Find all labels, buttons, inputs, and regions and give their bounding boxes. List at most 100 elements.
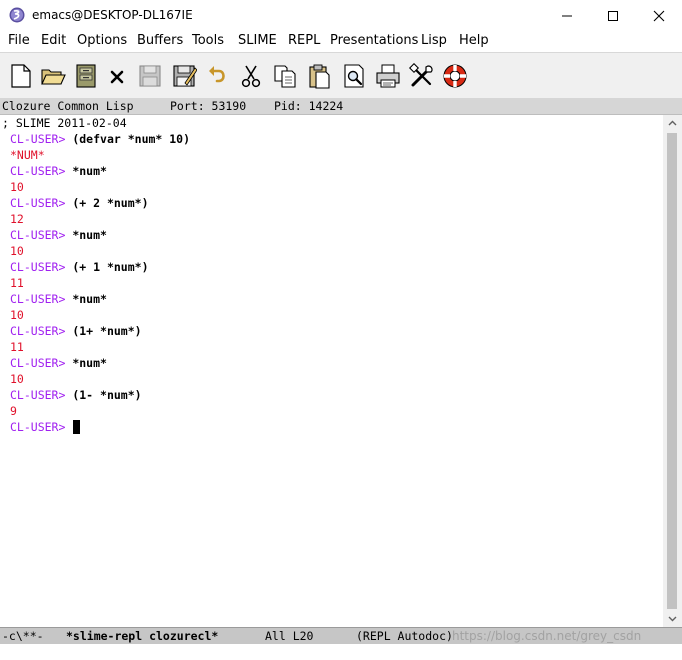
scrollbar-thumb[interactable]: [667, 133, 677, 609]
search-button[interactable]: [341, 63, 367, 89]
repl-input-line: CL-USER> *num*: [10, 227, 107, 243]
header-pid: Pid: 14224: [274, 99, 344, 113]
dired-button[interactable]: [73, 63, 99, 89]
watermark: https://blog.csdn.net/grey_csdn: [452, 629, 642, 643]
maximize-button[interactable]: [590, 0, 636, 31]
emacs-window: emacs@DESKTOP-DL167IE File Edit Options …: [0, 0, 682, 660]
dired-icon: [76, 64, 96, 88]
repl-input-line: CL-USER> *num*: [10, 163, 107, 179]
repl-prompt: CL-USER>: [10, 164, 66, 178]
menu-options[interactable]: Options: [77, 33, 127, 48]
repl-input-line: CL-USER> (1+ *num*): [10, 323, 142, 339]
repl-output: 10: [10, 308, 24, 322]
repl-input: *num*: [72, 292, 107, 306]
close-buffer-button[interactable]: [104, 63, 130, 89]
paste-button[interactable]: [306, 63, 332, 89]
emacs-app-icon: [9, 7, 25, 23]
repl-current-prompt-line[interactable]: CL-USER>: [10, 419, 81, 435]
menu-slime[interactable]: SLIME: [238, 33, 277, 48]
repl-input: (+ 2 *num*): [72, 196, 149, 210]
repl-input: (+ 1 *num*): [72, 260, 149, 274]
save-as-icon: [173, 65, 197, 87]
undo-button[interactable]: [205, 63, 231, 89]
minimize-button[interactable]: [544, 0, 590, 31]
cut-button[interactable]: [238, 63, 264, 89]
repl-buffer[interactable]: ; SLIME 2011-02-04 CL-USER> (defvar *num…: [0, 115, 663, 627]
menu-buffers[interactable]: Buffers: [137, 33, 183, 48]
repl-prompt: CL-USER>: [10, 228, 66, 242]
menu-edit[interactable]: Edit: [41, 33, 66, 48]
repl-prompt: CL-USER>: [10, 260, 66, 274]
mode-line-modes[interactable]: (REPL Autodoc): [356, 628, 453, 644]
chevron-down-icon: [668, 616, 677, 622]
help-button[interactable]: [442, 63, 468, 89]
repl-input-line: CL-USER> (+ 1 *num*): [10, 259, 149, 275]
search-icon: [344, 64, 364, 88]
repl-output: 12: [10, 212, 24, 226]
menu-presentations[interactable]: Presentations: [330, 33, 418, 48]
help-icon: [443, 64, 467, 88]
save-icon: [139, 65, 161, 87]
header-impl: Clozure Common Lisp: [2, 99, 134, 113]
save-as-button[interactable]: [171, 63, 197, 89]
repl-prompt: CL-USER>: [10, 388, 66, 402]
header-line: Clozure Common Lisp Port: 53190 Pid: 142…: [0, 98, 682, 115]
repl-prompt: CL-USER>: [10, 420, 66, 434]
repl-input-line: CL-USER> (+ 2 *num*): [10, 195, 149, 211]
preferences-button[interactable]: [409, 63, 435, 89]
scroll-down-button[interactable]: [663, 610, 682, 627]
print-button[interactable]: [375, 63, 401, 89]
echo-area[interactable]: https://blog.csdn.net/grey_csdn: [0, 629, 682, 660]
copy-icon: [274, 65, 296, 88]
undo-icon: [209, 66, 225, 83]
menu-file[interactable]: File: [8, 33, 30, 48]
repl-banner: ; SLIME 2011-02-04: [2, 116, 127, 130]
menu-lisp[interactable]: Lisp: [421, 33, 447, 48]
maximize-icon: [608, 11, 618, 21]
repl-prompt: CL-USER>: [10, 132, 66, 146]
close-button[interactable]: [636, 0, 682, 31]
repl-input: (1+ *num*): [72, 324, 142, 338]
new-file-button[interactable]: [8, 63, 34, 89]
repl-output: 10: [10, 244, 24, 258]
repl-output: 10: [10, 372, 24, 386]
repl-input: (1- *num*): [72, 388, 142, 402]
mode-line-buffer-name[interactable]: *slime-repl clozurecl*: [66, 628, 218, 644]
repl-input-line: CL-USER> (defvar *num* 10): [10, 131, 190, 147]
repl-output: 11: [10, 340, 24, 354]
save-button[interactable]: [137, 63, 163, 89]
repl-output: 10: [10, 180, 24, 194]
vertical-scrollbar[interactable]: [663, 115, 682, 627]
open-folder-icon: [41, 69, 66, 85]
menu-repl[interactable]: REPL: [288, 33, 320, 48]
repl-prompt: CL-USER>: [10, 356, 66, 370]
close-icon: [653, 10, 665, 22]
copy-button[interactable]: [272, 63, 298, 89]
repl-output: 11: [10, 276, 24, 290]
minimize-icon: [562, 15, 572, 17]
toolbar: [0, 52, 682, 98]
chevron-up-icon: [668, 120, 677, 126]
repl-input: *num*: [72, 164, 107, 178]
scroll-up-button[interactable]: [663, 115, 682, 132]
menu-tools[interactable]: Tools: [192, 33, 224, 48]
print-icon: [376, 64, 400, 88]
window-title: emacs@DESKTOP-DL167IE: [32, 8, 193, 22]
repl-input: (defvar *num* 10): [72, 132, 191, 146]
repl-output: 9: [10, 404, 17, 418]
cut-icon: [241, 65, 261, 88]
paste-icon: [309, 64, 330, 89]
menu-help[interactable]: Help: [459, 33, 489, 48]
mode-line-position: All L20: [265, 629, 314, 643]
mode-line-status: -c\**-: [2, 629, 44, 643]
open-file-button[interactable]: [40, 63, 66, 89]
repl-input: *num*: [72, 228, 107, 242]
new-file-icon: [11, 64, 31, 88]
repl-prompt: CL-USER>: [10, 324, 66, 338]
close-buffer-icon: [110, 70, 124, 84]
menu-bar: File Edit Options Buffers Tools SLIME RE…: [0, 31, 682, 51]
repl-output: *NUM*: [10, 148, 45, 162]
repl-input: *num*: [72, 356, 107, 370]
repl-input-line: CL-USER> (1- *num*): [10, 387, 142, 403]
repl-prompt: CL-USER>: [10, 292, 66, 306]
